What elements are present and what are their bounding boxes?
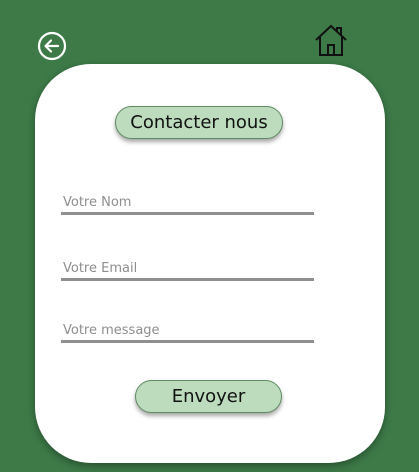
home-icon — [315, 24, 347, 56]
back-circle-arrow-icon — [37, 31, 67, 61]
name-field — [61, 191, 316, 215]
name-input[interactable] — [61, 193, 316, 212]
message-field — [61, 319, 316, 343]
back-button[interactable] — [37, 31, 67, 61]
message-input[interactable] — [61, 321, 316, 340]
email-field — [61, 257, 316, 281]
contact-card: Contacter nous Envoyer — [35, 64, 385, 463]
page-title: Contacter nous — [115, 106, 283, 139]
send-button[interactable]: Envoyer — [135, 380, 282, 413]
email-input[interactable] — [61, 259, 316, 278]
home-button[interactable] — [313, 23, 349, 59]
